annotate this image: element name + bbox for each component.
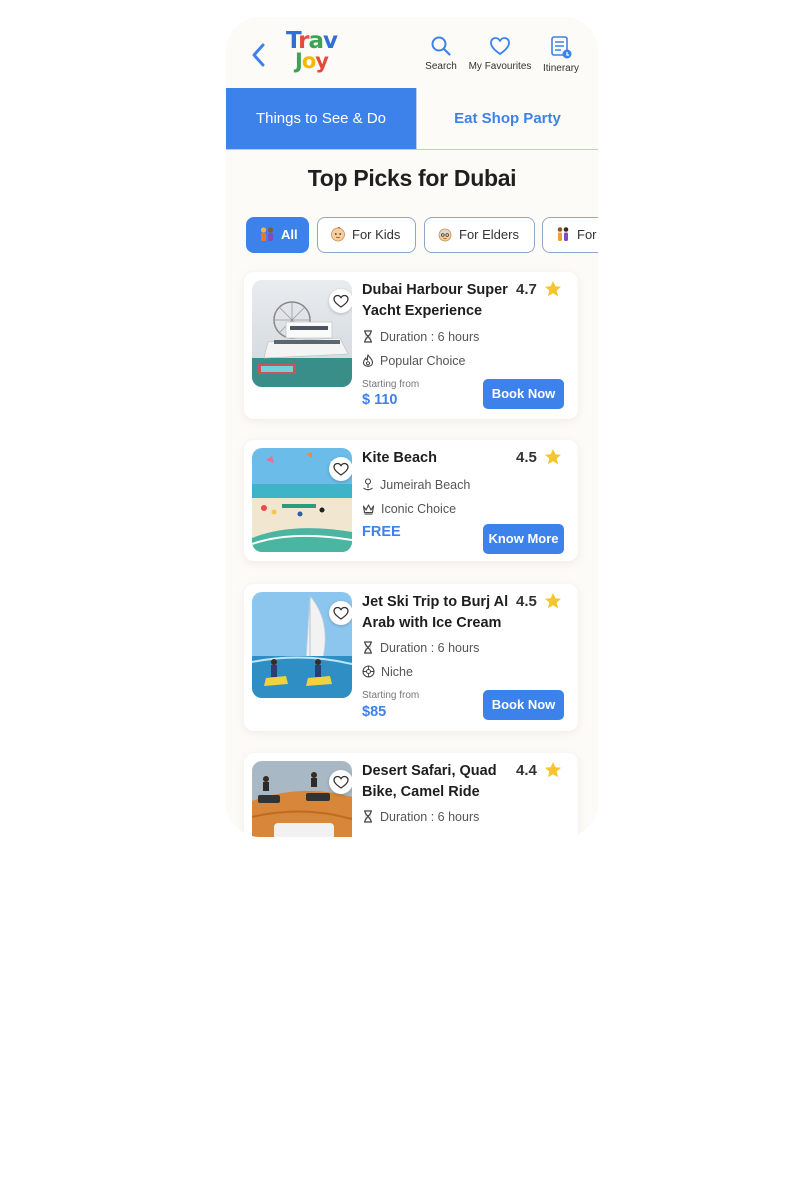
baby-face-icon [331, 227, 345, 242]
activity-rating: 4.7 [516, 281, 537, 298]
filter-chip-for-kids-label: For Kids [352, 227, 401, 242]
tab-things-to-see-and-do[interactable]: Things to See & Do [226, 88, 416, 149]
book-now-button[interactable]: Book Now [483, 690, 564, 720]
activity-tag: Niche [362, 665, 413, 679]
activity-card[interactable]: Desert Safari, Quad Bike, Camel Ride 4.4… [244, 753, 578, 837]
heart-icon [333, 606, 349, 620]
search-icon [431, 36, 451, 56]
filter-chip-for-kids[interactable]: For Kids [317, 217, 416, 253]
activity-duration: Duration : 6 hours [362, 641, 479, 655]
activity-image-yacht [252, 280, 352, 387]
tab-eat-shop-party[interactable]: Eat Shop Party [416, 88, 598, 149]
filter-chip-all[interactable]: All [246, 217, 309, 253]
filter-chip-for-elders-label: For Elders [459, 227, 519, 242]
my-favourites-button[interactable]: My Favourites [466, 35, 534, 83]
favourite-toggle[interactable] [329, 289, 352, 313]
filter-chip-for-couples-label: For [577, 227, 597, 242]
flame-icon [362, 354, 374, 367]
back-button[interactable] [248, 41, 270, 69]
star-icon [545, 593, 561, 609]
filter-chip-all-label: All [281, 227, 298, 242]
filter-chip-for-elders[interactable]: For Elders [424, 217, 535, 253]
activity-rating: 4.4 [516, 762, 537, 779]
activity-price: $85 [362, 704, 387, 720]
niche-badge-icon [362, 665, 375, 678]
hourglass-icon [364, 330, 372, 343]
family-icon [260, 227, 274, 241]
heart-icon [490, 37, 510, 55]
book-now-button[interactable]: Book Now [483, 379, 564, 409]
activity-duration: Duration : 6 hours [362, 330, 479, 344]
hourglass-icon [364, 641, 372, 654]
activity-tag-text: Popular Choice [380, 354, 466, 368]
activity-title: Kite Beach [362, 450, 437, 466]
star-icon [545, 449, 561, 465]
activity-location: Jumeirah Beach [362, 478, 470, 492]
activity-card[interactable]: Jet Ski Trip to Burj Al Arab with Ice Cr… [244, 584, 578, 731]
activity-duration-text: Duration : 6 hours [380, 810, 480, 824]
heart-icon [333, 775, 349, 789]
activity-image-jet-ski [252, 592, 352, 698]
activity-title: Dubai Harbour Super Yacht Experience [362, 282, 508, 319]
favourite-toggle[interactable] [329, 601, 352, 625]
chevron-left-icon [252, 43, 265, 67]
activity-tag-text: Iconic Choice [381, 502, 457, 516]
travjoy-logo: Trav Joy [286, 28, 338, 73]
app-screen: Trav Joy Search My Favourites Itinerary … [226, 17, 598, 837]
activity-card[interactable]: Dubai Harbour Super Yacht Experience 4.7… [244, 272, 578, 419]
star-icon [545, 762, 561, 778]
couple-icon [557, 227, 569, 241]
price-prefix: Starting from [362, 379, 420, 390]
activity-card[interactable]: Kite Beach 4.5 Jumeirah Beach Iconic Cho… [244, 440, 578, 561]
activity-title: Desert Safari, Quad Bike, Camel Ride [362, 763, 497, 800]
activity-duration-text: Duration : 6 hours [380, 641, 480, 655]
page-title: Top Picks for Dubai [307, 165, 517, 191]
activity-location-text: Jumeirah Beach [380, 478, 471, 492]
itinerary-label: Itinerary [542, 63, 580, 74]
activity-duration: Duration : 6 hours [362, 810, 479, 824]
crown-icon [362, 504, 375, 515]
activity-tag: Iconic Choice [362, 502, 456, 516]
hourglass-icon [364, 810, 372, 823]
location-pin-icon [363, 478, 373, 491]
activity-image-kite-beach [252, 448, 352, 552]
favourite-toggle[interactable] [329, 770, 352, 794]
activity-price: FREE [362, 524, 401, 540]
my-favourites-label: My Favourites [468, 61, 532, 72]
activity-rating: 4.5 [516, 449, 537, 466]
favourite-toggle[interactable] [329, 457, 352, 481]
activity-image-desert-safari [252, 761, 352, 837]
star-icon [545, 281, 561, 297]
search-label: Search [425, 61, 457, 72]
heart-icon [333, 462, 349, 476]
activity-tag-text: Niche [381, 665, 413, 679]
activity-tag: Popular Choice [362, 354, 465, 368]
filter-chip-for-couples[interactable]: For [542, 217, 598, 253]
category-tabs: Things to See & Do Eat Shop Party [226, 88, 598, 150]
filter-chips: All For Kids For Elders For [246, 217, 598, 253]
activity-duration-text: Duration : 6 hours [380, 330, 480, 344]
activity-title: Jet Ski Trip to Burj Al Arab with Ice Cr… [362, 594, 509, 631]
itinerary-icon [551, 36, 572, 59]
itinerary-button[interactable]: Itinerary [540, 35, 582, 83]
know-more-button[interactable]: Know More [483, 524, 564, 554]
activity-price: $ 110 [362, 392, 398, 408]
search-button[interactable]: Search [422, 35, 460, 83]
activity-rating: 4.5 [516, 593, 537, 610]
elder-face-icon [438, 228, 452, 242]
heart-icon [333, 294, 349, 308]
price-prefix: Starting from [362, 690, 420, 701]
app-header: Trav Joy Search My Favourites Itinerary [226, 17, 598, 88]
